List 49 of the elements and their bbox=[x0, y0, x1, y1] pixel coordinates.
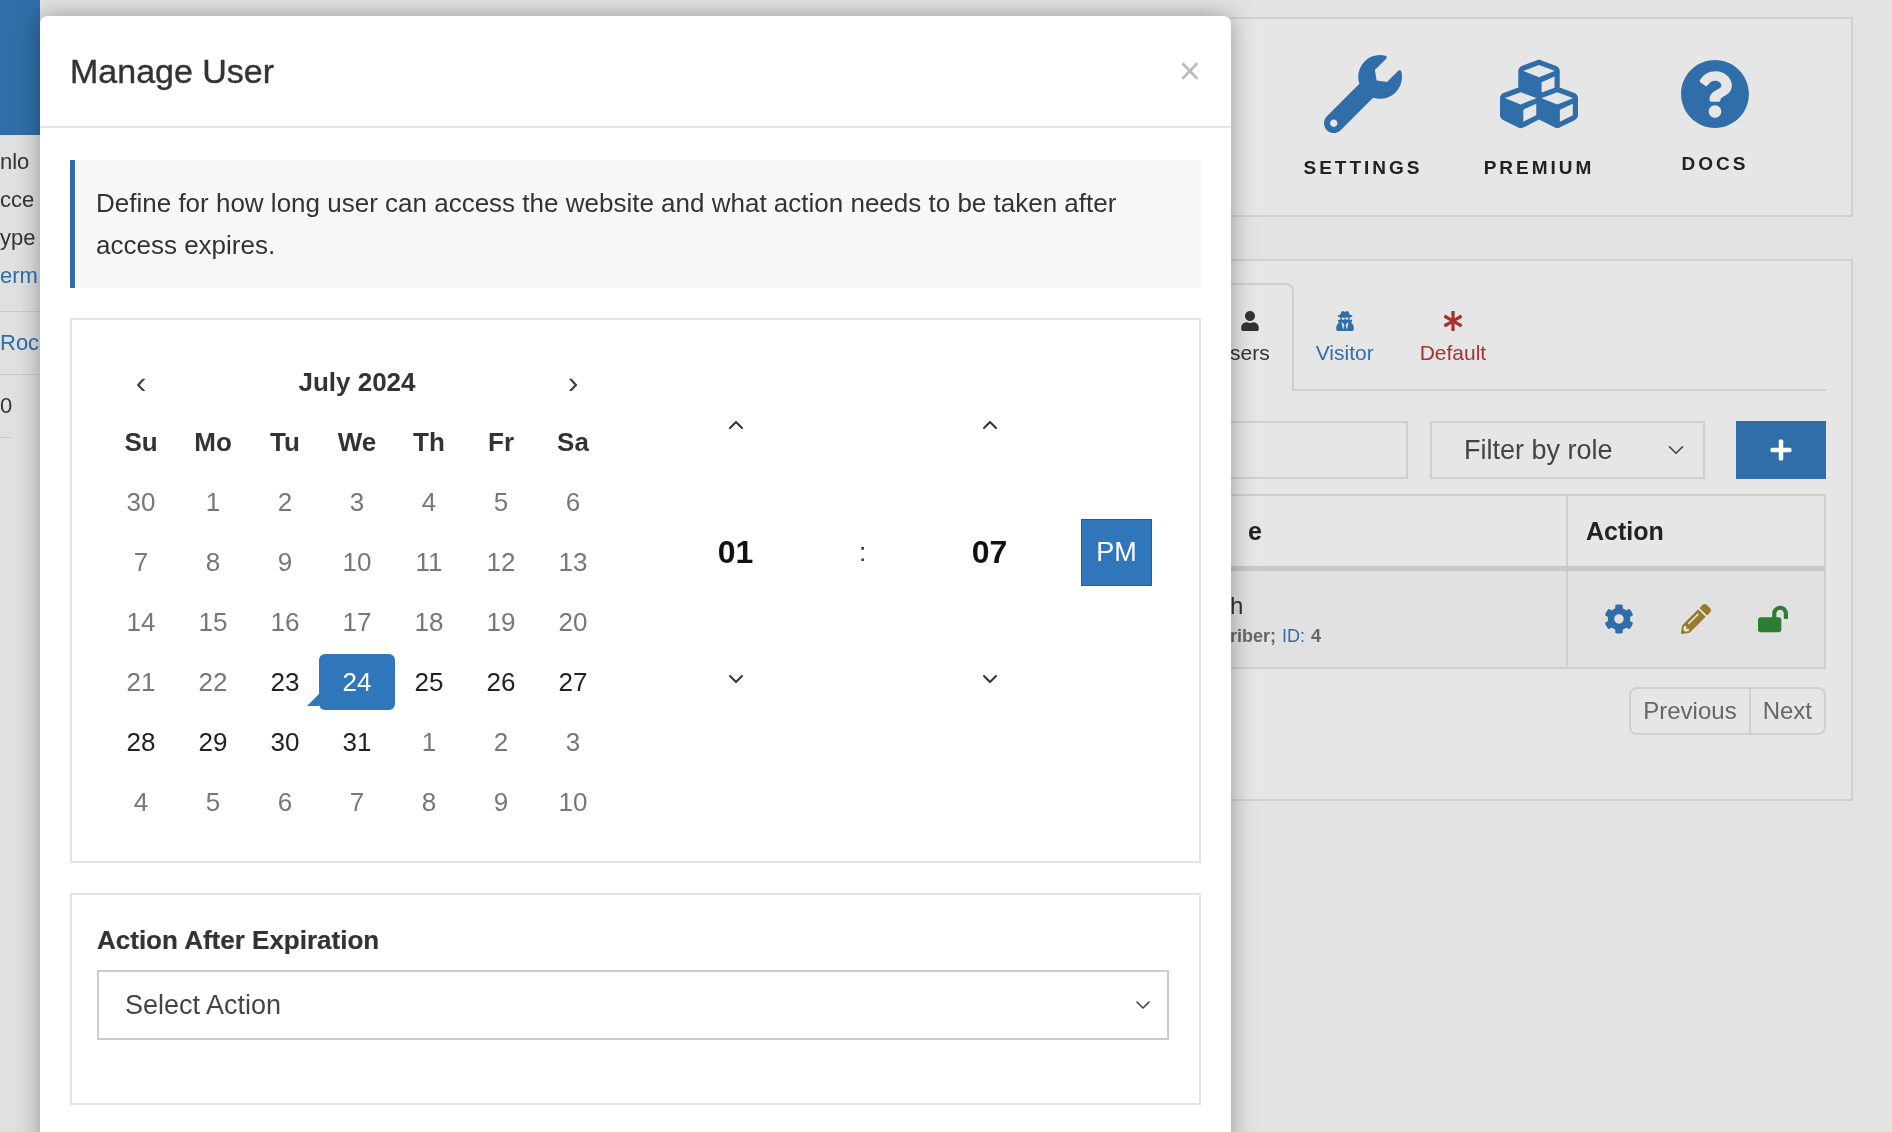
text-fragment: nlo bbox=[0, 148, 30, 176]
search-field[interactable] bbox=[1230, 421, 1408, 479]
help-icon bbox=[1680, 59, 1750, 129]
plus-icon bbox=[1769, 438, 1793, 462]
minute-value[interactable]: 07 bbox=[971, 533, 1008, 571]
month-title: July 2024 bbox=[297, 366, 417, 398]
spy-icon bbox=[1334, 311, 1355, 331]
role-tab[interactable]: Visitor bbox=[1293, 283, 1398, 391]
settings-icon[interactable] bbox=[1603, 604, 1634, 634]
user-name: h bbox=[1230, 591, 1245, 620]
user-id: 4 bbox=[1311, 625, 1322, 647]
weekday-label: We bbox=[337, 426, 377, 458]
page-button[interactable]: Previous bbox=[1629, 687, 1751, 735]
shortcut-link[interactable]: SETTINGS bbox=[1275, 19, 1451, 215]
wrench-icon bbox=[1324, 55, 1402, 133]
text-fragment: ype bbox=[0, 224, 36, 252]
weekday-label: Sa bbox=[557, 426, 589, 458]
user-role: riber; bbox=[1230, 625, 1276, 647]
text-fragment: cce bbox=[0, 186, 35, 214]
dialog-title: Manage User bbox=[70, 51, 275, 91]
pencil-icon[interactable] bbox=[1681, 604, 1711, 634]
previous-month-button[interactable]: ‹ bbox=[105, 363, 177, 401]
unlock-icon[interactable] bbox=[1758, 604, 1789, 634]
add-button[interactable] bbox=[1736, 421, 1826, 479]
weekday-label: Fr bbox=[488, 426, 514, 458]
time-separator: : bbox=[858, 536, 867, 568]
user-icon bbox=[1239, 311, 1260, 331]
id-label[interactable]: ID: bbox=[1282, 625, 1306, 647]
role-tab[interactable]: sers bbox=[1230, 283, 1294, 391]
link-text[interactable]: Roc bbox=[0, 312, 40, 375]
calendar-day[interactable]: 24 bbox=[319, 654, 395, 710]
next-month-button[interactable]: › bbox=[537, 363, 609, 401]
weekday-label: Su bbox=[124, 426, 158, 458]
link-text[interactable]: erm bbox=[0, 257, 38, 295]
field-label: Action After Expiration bbox=[97, 925, 381, 956]
weekday-label: Tu bbox=[270, 426, 300, 458]
shortcut-link[interactable]: PREMIUM bbox=[1451, 19, 1627, 215]
page-button[interactable]: Next bbox=[1750, 687, 1826, 735]
text-fragment: 0 bbox=[0, 375, 13, 438]
weekday-label: Mo bbox=[194, 426, 232, 458]
action-select[interactable]: Select Action bbox=[97, 970, 1169, 1040]
role-tab[interactable]: Default bbox=[1397, 283, 1511, 391]
period-toggle-button[interactable]: PM bbox=[1081, 518, 1152, 586]
weekday-label: Th bbox=[413, 426, 445, 458]
role-filter-select[interactable]: Filter by role bbox=[1430, 421, 1705, 479]
info-callout: Define for how long user can access the website and what action needs to be taken after access expires. bbox=[70, 160, 1201, 288]
hour-value[interactable]: 01 bbox=[717, 533, 754, 571]
asterisk-icon bbox=[1442, 311, 1463, 331]
shortcut-link[interactable]: DOCS bbox=[1627, 19, 1803, 215]
